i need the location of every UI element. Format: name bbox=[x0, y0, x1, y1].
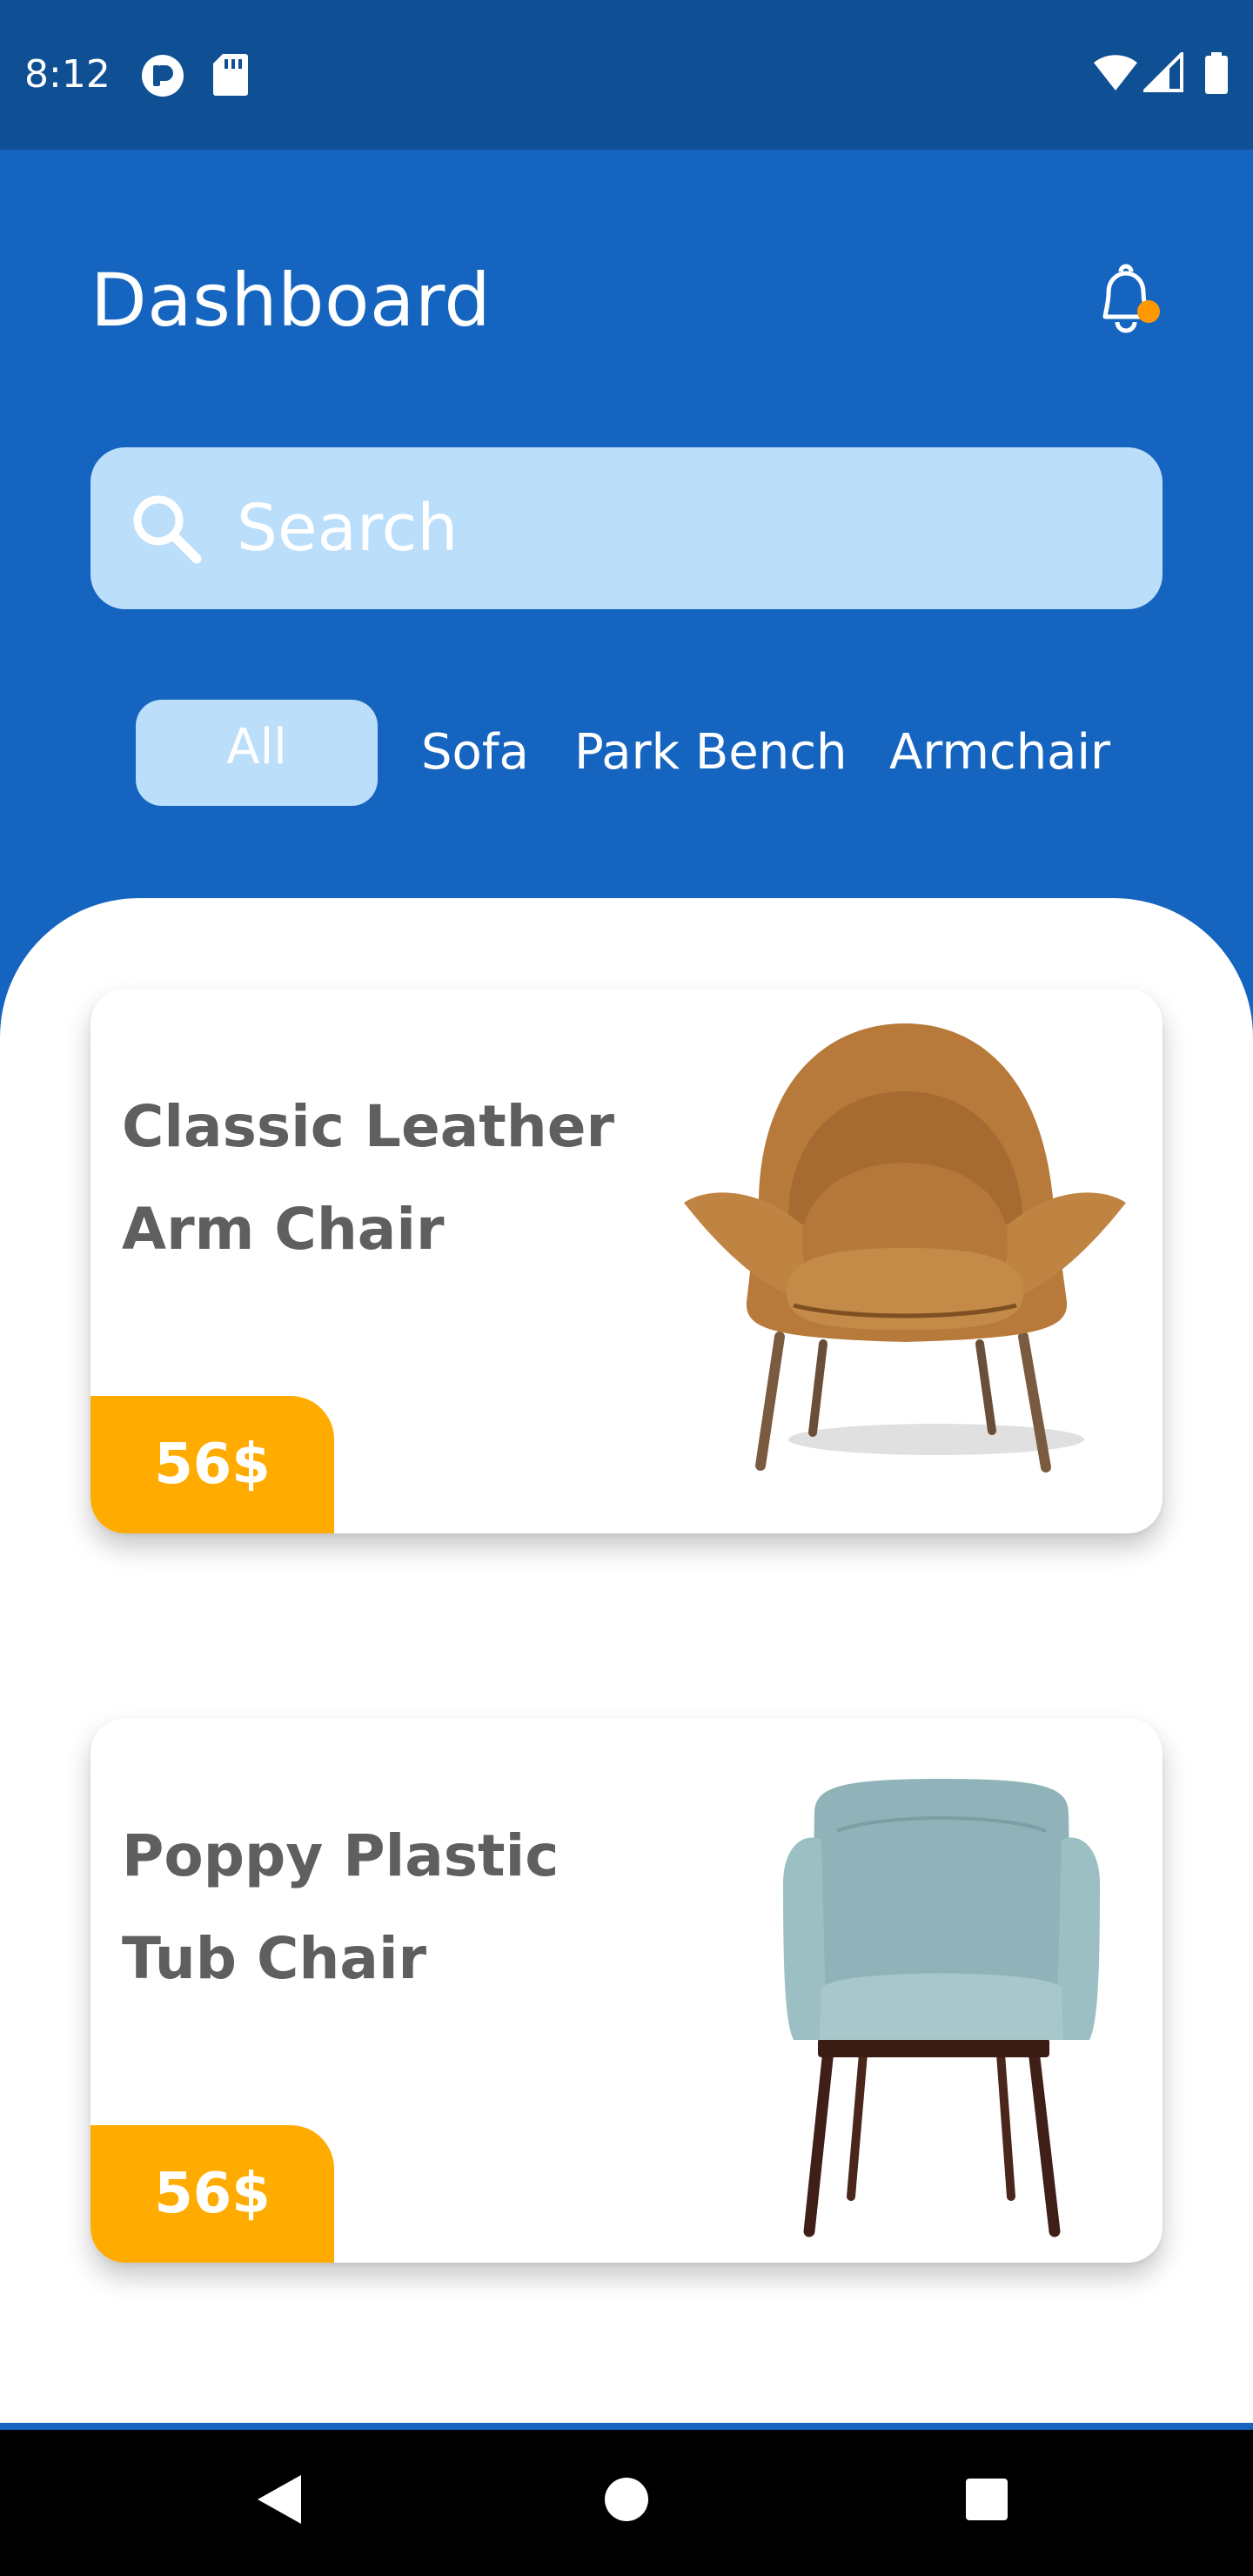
status-bar: 8:12 bbox=[0, 0, 1253, 150]
tab-armchair[interactable]: Armchair bbox=[889, 700, 1110, 806]
product-card[interactable]: Poppy Plastic Tub Chair 56$ bbox=[90, 1718, 1163, 2263]
wifi-icon bbox=[1094, 55, 1137, 91]
product-title: Poppy Plastic Tub Chair bbox=[122, 1805, 679, 2010]
search-bar[interactable] bbox=[90, 447, 1163, 609]
price-tag: 56$ bbox=[90, 2125, 334, 2263]
pocket-icon bbox=[142, 55, 184, 97]
recents-icon[interactable] bbox=[943, 2456, 1030, 2543]
bottom-divider bbox=[0, 2423, 1253, 2430]
search-icon bbox=[133, 495, 202, 564]
home-icon[interactable] bbox=[583, 2456, 670, 2543]
sd-card-icon bbox=[213, 54, 248, 96]
product-title-line2: Tub Chair bbox=[122, 1925, 427, 1992]
tab-sofa[interactable]: Sofa bbox=[421, 700, 529, 806]
page-title: Dashboard bbox=[90, 258, 492, 343]
armchair-image bbox=[684, 1023, 1126, 1472]
system-nav-bar bbox=[0, 2430, 1253, 2576]
product-list: Classic Leather Arm Chair 56$ Poppy Plas… bbox=[0, 898, 1253, 2425]
notification-dot bbox=[1137, 300, 1160, 323]
status-time: 8:12 bbox=[24, 52, 111, 97]
product-title: Classic Leather Arm Chair bbox=[122, 1076, 679, 1281]
product-title-line1: Poppy Plastic bbox=[122, 1822, 559, 1889]
bell-icon[interactable] bbox=[1093, 261, 1166, 341]
tub-chair-image bbox=[783, 1779, 1100, 2237]
tab-all[interactable]: All bbox=[136, 700, 378, 806]
back-icon[interactable] bbox=[235, 2456, 322, 2543]
product-title-line2: Arm Chair bbox=[122, 1196, 445, 1263]
search-input[interactable] bbox=[237, 447, 1142, 609]
product-title-line1: Classic Leather bbox=[122, 1093, 615, 1160]
tab-park-bench[interactable]: Park Bench bbox=[574, 700, 847, 806]
product-card[interactable]: Classic Leather Arm Chair 56$ bbox=[90, 989, 1163, 1533]
signal-icon bbox=[1143, 52, 1183, 92]
battery-icon bbox=[1205, 52, 1228, 94]
price-tag: 56$ bbox=[90, 1396, 334, 1533]
